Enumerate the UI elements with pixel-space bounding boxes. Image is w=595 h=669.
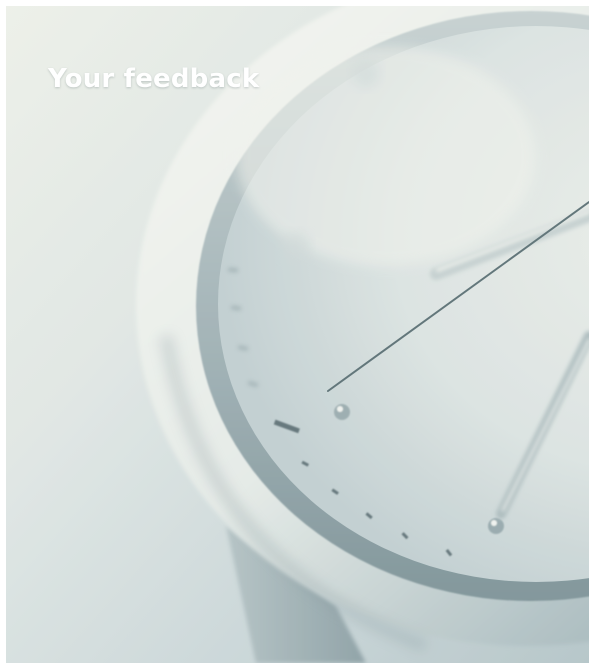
feedback-page: Your feedback (0, 0, 595, 669)
watch-illustration (6, 6, 589, 663)
watch-hero-image (6, 6, 589, 663)
page-title: Your feedback (48, 64, 260, 94)
